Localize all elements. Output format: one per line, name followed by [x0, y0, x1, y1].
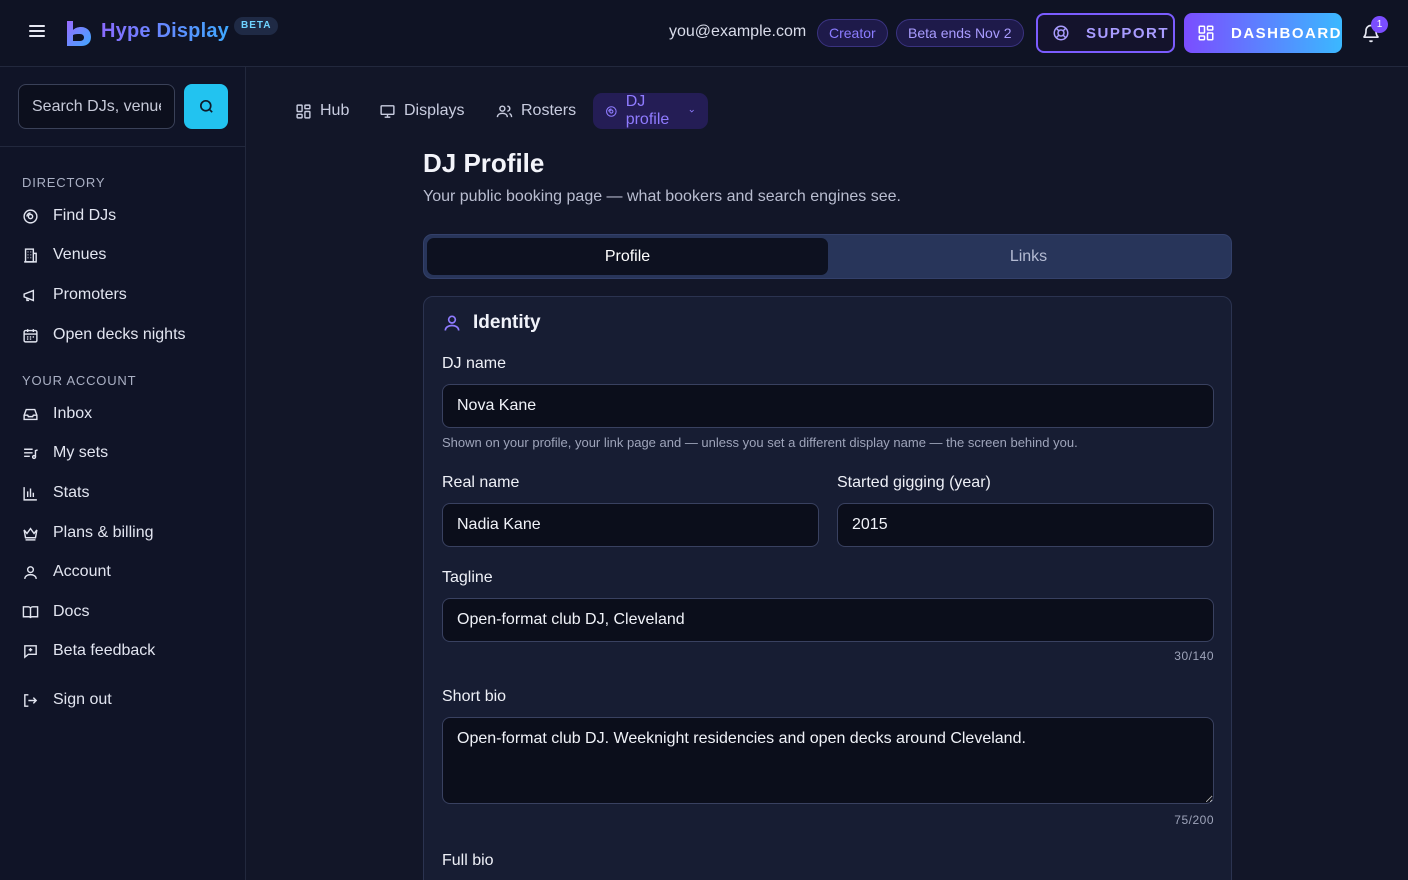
sidebar-item-label: Promoters [53, 286, 127, 303]
notification-badge: 1 [1371, 16, 1388, 33]
tab-label: Rosters [521, 102, 577, 119]
monitor-icon [380, 104, 395, 118]
grid-icon [296, 103, 311, 119]
grid-icon [1198, 25, 1214, 41]
dj-name-field[interactable] [442, 384, 1214, 428]
book-icon [22, 605, 39, 618]
page-subtitle: Your public booking page — what bookers … [423, 188, 901, 205]
sign-out-button[interactable]: Sign out [22, 686, 112, 714]
support-button[interactable]: SUPPORT [1036, 13, 1175, 53]
lifebuoy-icon [1053, 25, 1069, 41]
inbox-icon [23, 408, 38, 420]
chevron-down-icon [689, 109, 694, 113]
sidebar-item-my-sets[interactable]: My sets [22, 439, 108, 467]
bar-chart-icon [23, 486, 37, 501]
user-icon [444, 315, 460, 331]
sidebar: DIRECTORY Find DJs Venues Promoters Open… [0, 67, 246, 880]
sidebar-item-label: Docs [53, 603, 90, 620]
brand-name[interactable]: Hype Display [101, 20, 229, 43]
building-icon [24, 247, 37, 263]
user-icon [24, 565, 37, 579]
real-name-label: Real name [442, 474, 520, 491]
sidebar-item-find-djs[interactable]: Find DJs [22, 202, 116, 230]
feedback-icon [24, 644, 37, 659]
sidebar-item-label: Plans & billing [53, 524, 154, 541]
crown-icon [23, 526, 38, 541]
sidebar-item-label: Inbox [53, 405, 93, 422]
megaphone-icon [23, 289, 35, 301]
vinyl-icon [23, 208, 38, 224]
calendar-icon [23, 328, 38, 343]
sidebar-item-label: My sets [53, 444, 109, 461]
tab-displays[interactable]: Displays [367, 93, 476, 129]
page-title: DJ Profile [423, 148, 545, 178]
beta-badge: BETA [234, 17, 279, 35]
users-icon [496, 104, 513, 117]
tab-links[interactable]: Links [828, 238, 1229, 275]
tagline-label: Tagline [442, 569, 493, 586]
sidebar-item-inbox[interactable]: Inbox [22, 400, 92, 428]
sidebar-item-docs[interactable]: Docs [22, 598, 89, 626]
beta-ends-badge: Beta ends Nov 2 [896, 19, 1024, 47]
search-input[interactable] [18, 84, 175, 129]
tab-label: DJ profile [625, 93, 670, 128]
sidebar-item-label: Account [53, 563, 111, 580]
sidebar-item-label: Open decks nights [53, 326, 186, 343]
sidebar-item-plans-billing[interactable]: Plans & billing [22, 519, 154, 547]
sidebar-item-beta-feedback[interactable]: Beta feedback [22, 637, 155, 665]
dj-name-hint: Shown on your profile, your link page an… [442, 435, 1078, 450]
short-bio-field[interactable]: Open-format club DJ. Weeknight residenci… [442, 717, 1214, 804]
real-name-field[interactable] [442, 503, 819, 547]
account-section-title: YOUR ACCOUNT [22, 373, 137, 388]
dj-name-label: DJ name [442, 355, 507, 372]
sign-out-label: Sign out [53, 691, 112, 708]
sidebar-item-label: Venues [53, 246, 107, 263]
sidebar-item-account[interactable]: Account [22, 558, 111, 586]
vinyl-icon [606, 105, 617, 117]
sidebar-item-venues[interactable]: Venues [22, 241, 106, 269]
short-bio-label: Short bio [442, 688, 507, 705]
sidebar-item-label: Stats [53, 484, 90, 501]
search-button[interactable] [184, 84, 228, 129]
top-bar: Hype Display BETA you@example.com Creato… [0, 0, 1408, 67]
menu-icon[interactable] [29, 25, 45, 39]
tagline-counter: 30/140 [1174, 649, 1214, 663]
sign-out-icon [24, 693, 38, 707]
full-bio-label: Full bio [442, 852, 494, 869]
user-email: you@example.com [669, 23, 807, 40]
started-gigging-label: Started gigging (year) [837, 474, 991, 491]
identity-title: Identity [473, 312, 541, 333]
tab-profile[interactable]: Profile [427, 238, 828, 275]
sidebar-item-stats[interactable]: Stats [22, 479, 89, 507]
tab-rosters[interactable]: Rosters [484, 93, 588, 129]
short-bio-counter: 75/200 [1174, 813, 1214, 827]
profile-tabs: Profile Links [423, 234, 1232, 279]
tagline-field[interactable] [442, 598, 1214, 642]
dashboard-label: DASHBOARD [1231, 24, 1342, 42]
sidebar-item-label: Find DJs [53, 207, 117, 224]
tab-dj-profile[interactable]: DJ profile [593, 93, 708, 129]
directory-section-title: DIRECTORY [22, 175, 106, 190]
sidebar-item-promoters[interactable]: Promoters [22, 281, 127, 309]
dashboard-button[interactable]: DASHBOARD [1184, 13, 1342, 53]
plan-badge: Creator [817, 19, 888, 47]
logo-icon [67, 21, 91, 46]
sidebar-item-label: Beta feedback [53, 642, 156, 659]
support-label: SUPPORT [1086, 24, 1170, 42]
sidebar-item-open-decks-nights[interactable]: Open decks nights [22, 321, 186, 349]
identity-card: Identity DJ name Shown on your profile, … [423, 296, 1232, 880]
started-gigging-field[interactable] [837, 503, 1214, 547]
tab-hub[interactable]: Hub [283, 93, 361, 129]
search-icon [199, 99, 213, 113]
identity-header: Identity [442, 312, 541, 334]
playlist-icon [24, 448, 38, 459]
tab-label: Hub [320, 102, 350, 119]
sidebar-divider [0, 146, 246, 147]
tab-label: Displays [404, 102, 465, 119]
